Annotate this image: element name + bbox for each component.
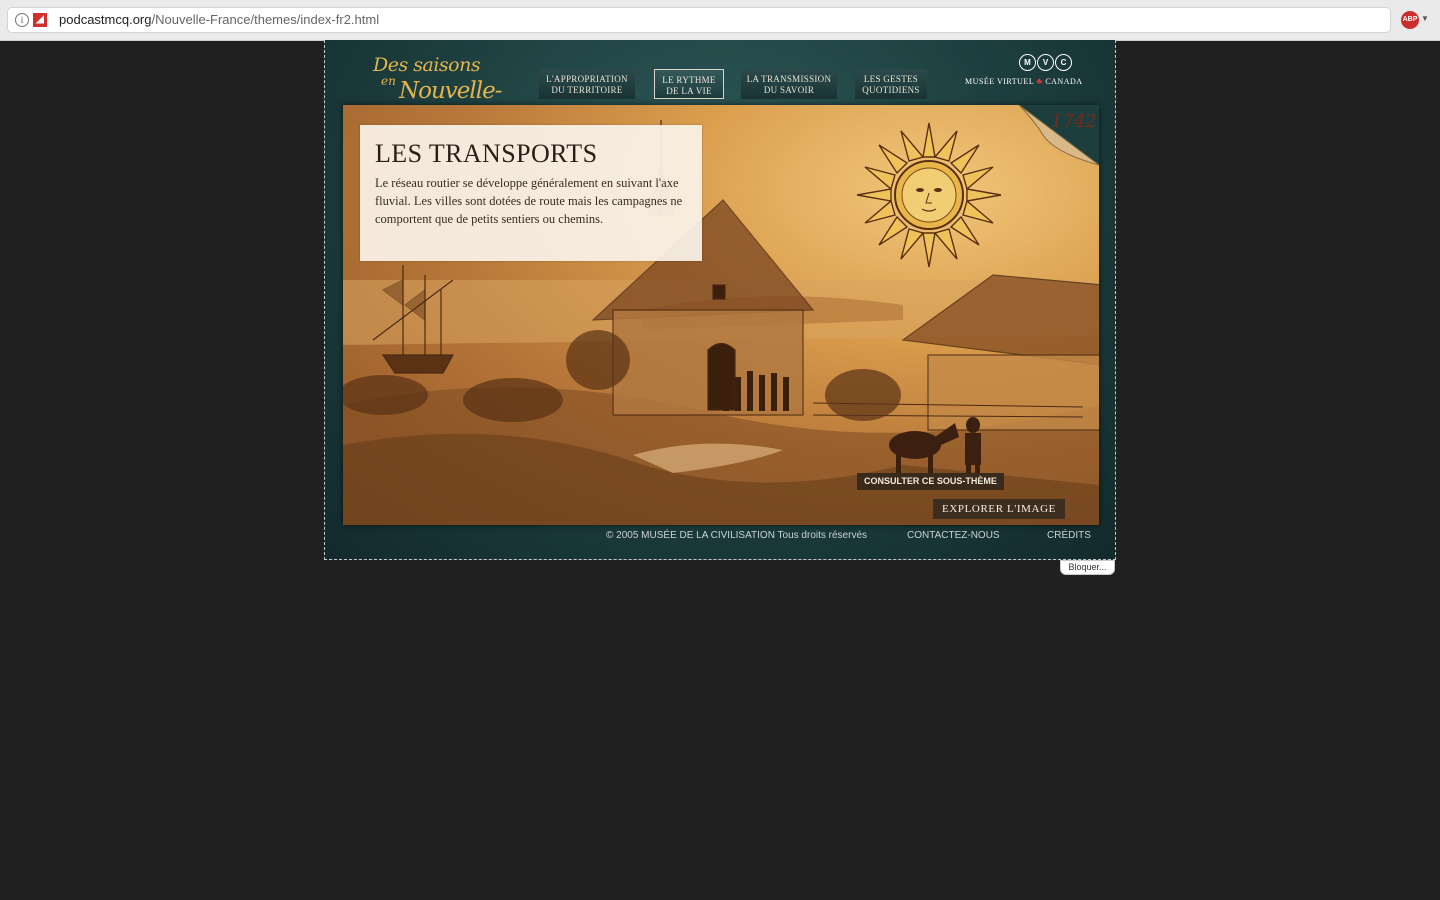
address-bar[interactable]: i ◢ podcastmcq.org/Nouvelle-France/theme… [8, 8, 1390, 32]
adblock-icon[interactable]: ABP [1401, 11, 1419, 29]
adblock-block-tab[interactable]: Bloquer... [1060, 560, 1115, 575]
copyright-text: © 2005 MUSÉE DE LA CIVILISATION Tous dro… [606, 530, 867, 541]
mvc-caption-left: MUSÉE VIRTUEL [965, 77, 1034, 86]
consult-subtheme-button[interactable]: CONSULTER CE SOUS-THÈME [857, 473, 1004, 490]
nav-item-transmission[interactable]: LA TRANSMISSION DU SAVOIR [741, 69, 837, 99]
maple-leaf-icon: ♣ [1036, 76, 1043, 86]
url-domain: podcastmcq.org [59, 12, 152, 27]
nav-label-line2: DE LA VIE [666, 86, 712, 96]
nav-label-line1: LE RYTHME [662, 75, 716, 85]
nav-item-appropriation[interactable]: L'APPROPRIATION DU TERRITOIRE [539, 69, 635, 99]
logo-line-2: en [381, 74, 396, 88]
nav-label-line1: LES GESTES [863, 74, 919, 84]
site-favicon-icon: ◢ [33, 13, 47, 27]
nav-item-gestes[interactable]: LES GESTES QUOTIDIENS [855, 69, 927, 99]
theme-text-box: LES TRANSPORTS Le réseau routier se déve… [360, 125, 702, 261]
copyright-owner: © 2005 MUSÉE DE LA CIVILISATION [606, 530, 775, 541]
url-text[interactable]: podcastmcq.org/Nouvelle-France/themes/in… [59, 12, 379, 27]
nav-label-line1: LA TRANSMISSION [746, 74, 832, 84]
url-path: /Nouvelle-France/themes/index-fr2.html [151, 12, 380, 27]
mvc-caption-right: CANADA [1045, 77, 1083, 86]
flash-stage: Des saisons en Nouvelle-France L'APPROPR… [324, 40, 1116, 560]
mvc-v-icon: V [1037, 54, 1054, 71]
mvc-c-icon: C [1055, 54, 1072, 71]
sun-face-drawing [856, 122, 1002, 268]
copyright-rights: Tous droits réservés [777, 530, 868, 541]
theme-description: Le réseau routier se développe généralem… [375, 176, 683, 226]
theme-title: LES TRANSPORTS [375, 139, 598, 168]
explore-image-button[interactable]: EXPLORER L'IMAGE [933, 499, 1065, 519]
site-logo[interactable]: Des saisons en Nouvelle-France [351, 52, 551, 130]
browser-toolbar: i ◢ podcastmcq.org/Nouvelle-France/theme… [0, 0, 1440, 41]
nav-label-line2: DU SAVOIR [763, 85, 815, 95]
info-icon[interactable]: i [15, 13, 29, 27]
adblock-menu-chevron-icon[interactable]: ▼ [1421, 14, 1429, 23]
contact-link[interactable]: CONTACTEZ-NOUS [907, 530, 1000, 541]
nav-item-rythme[interactable]: LE RYTHME DE LA VIE [654, 69, 724, 99]
illustration-panel: 1742 LES TRANSPORTS Le réseau routier se… [343, 105, 1099, 525]
nav-label-line1: L'APPROPRIATION [546, 74, 628, 84]
mvc-caption: MUSÉE VIRTUEL ♣ CANADA [965, 76, 1083, 86]
mvc-m-icon: M [1019, 54, 1036, 71]
logo-line-1: Des saisons [373, 54, 481, 76]
nav-label-line2: QUOTIDIENS [862, 85, 920, 95]
credits-link[interactable]: CRÉDITS [1047, 530, 1091, 541]
nav-label-line2: DU TERRITOIRE [551, 85, 623, 95]
year-label: 1742 [1051, 111, 1097, 132]
